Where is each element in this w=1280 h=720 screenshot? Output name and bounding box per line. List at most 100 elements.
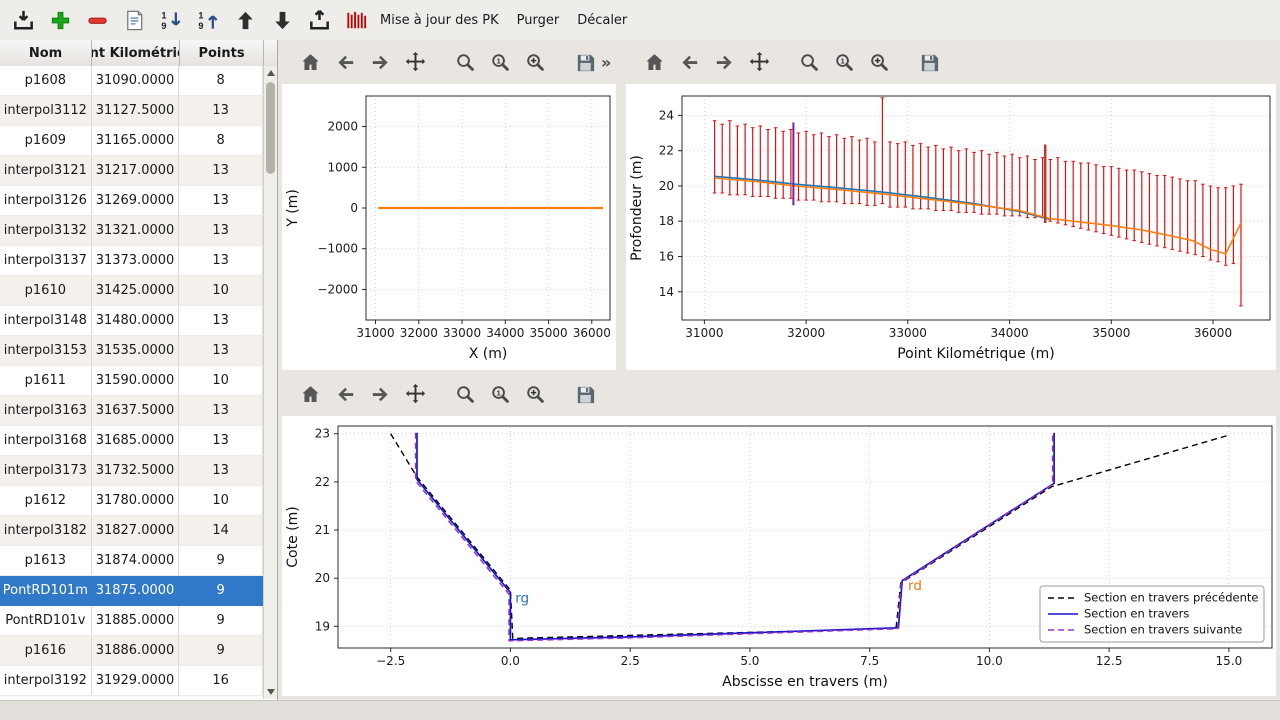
plot-back-button[interactable] — [329, 378, 361, 410]
table-row[interactable]: PontRD101v31885.00009 — [0, 606, 263, 636]
table-cell[interactable]: 10 — [179, 486, 263, 515]
plot-home-button[interactable] — [294, 46, 326, 78]
table-row[interactable]: interpol311231127.500013 — [0, 96, 263, 126]
column-header-nom[interactable]: Nom — [0, 40, 92, 66]
table-cell[interactable]: interpol3112 — [0, 96, 92, 125]
table-cell[interactable]: 31590.0000 — [92, 366, 180, 395]
table-cell[interactable]: 31090.0000 — [92, 66, 180, 95]
scrollbar-down-arrow-icon[interactable] — [267, 689, 275, 695]
add-button[interactable] — [45, 5, 75, 35]
plot-save-button[interactable] — [569, 378, 601, 410]
table-cell[interactable]: PontRD101v — [0, 606, 92, 635]
table-row[interactable]: p161131590.000010 — [0, 366, 263, 396]
table-row[interactable]: interpol319231929.000016 — [0, 666, 263, 696]
plot-home-button[interactable] — [638, 46, 670, 78]
xy-plot-canvas[interactable]: 310003200033000340003500036000−2000−1000… — [282, 84, 616, 370]
table-cell[interactable]: p1616 — [0, 636, 92, 665]
plot-forward-button[interactable] — [364, 46, 396, 78]
plot-zoom-button[interactable] — [449, 46, 481, 78]
table-row[interactable]: interpol315331535.000013 — [0, 336, 263, 366]
table-cell[interactable]: 13 — [179, 336, 263, 365]
table-cell[interactable]: 31732.5000 — [92, 456, 180, 485]
column-header-point-kilometrique[interactable]: Point Kilométrique — [92, 40, 180, 66]
table-cell[interactable]: 8 — [179, 66, 263, 95]
table-cell[interactable]: p1608 — [0, 66, 92, 95]
table-cell[interactable]: 13 — [179, 246, 263, 275]
table-cell[interactable]: 13 — [179, 216, 263, 245]
plot-forward-button[interactable] — [708, 46, 740, 78]
table-row[interactable]: interpol313231321.000013 — [0, 216, 263, 246]
export-button[interactable] — [304, 5, 334, 35]
plot-zoom-one-button[interactable]: 1 — [484, 378, 516, 410]
table-cell[interactable]: interpol3163 — [0, 396, 92, 425]
table-cell[interactable]: 13 — [179, 186, 263, 215]
table-cell[interactable]: interpol3168 — [0, 426, 92, 455]
table-row[interactable]: interpol312631269.000013 — [0, 186, 263, 216]
column-header-points[interactable]: Points — [180, 40, 264, 66]
plot-zoom-plus-button[interactable] — [519, 46, 551, 78]
table-cell[interactable]: 13 — [179, 456, 263, 485]
table-cell[interactable]: 31217.0000 — [92, 156, 180, 185]
scrollbar-up-arrow-icon[interactable] — [267, 70, 275, 76]
table-row[interactable]: interpol317331732.500013 — [0, 456, 263, 486]
table-row[interactable]: interpol316331637.500013 — [0, 396, 263, 426]
table-cell[interactable]: p1610 — [0, 276, 92, 305]
plot-pan-button[interactable] — [743, 46, 775, 78]
table-cell[interactable]: 10 — [179, 276, 263, 305]
table-cell[interactable]: 31321.0000 — [92, 216, 180, 245]
table-cell[interactable]: 9 — [179, 606, 263, 635]
toolbar-overflow-chevron[interactable]: » — [601, 53, 611, 72]
table-cell[interactable]: 31685.0000 — [92, 426, 180, 455]
table-cell[interactable]: 31127.5000 — [92, 96, 180, 125]
longitudinal-profile-canvas[interactable]: 3100032000330003400035000360001416182022… — [626, 84, 1276, 370]
plot-zoom-plus-button[interactable] — [863, 46, 895, 78]
table-cell[interactable]: 9 — [179, 636, 263, 665]
plot-zoom-one-button[interactable]: 1 — [484, 46, 516, 78]
plot-save-button[interactable] — [913, 46, 945, 78]
table-row[interactable]: interpol316831685.000013 — [0, 426, 263, 456]
table-cell[interactable]: 31886.0000 — [92, 636, 180, 665]
plot-zoom-plus-button[interactable] — [519, 378, 551, 410]
menu-mise-a-jour-des-pk[interactable]: Mise à jour des PK — [371, 9, 508, 32]
plot-back-button[interactable] — [329, 46, 361, 78]
table-cell[interactable]: 9 — [179, 576, 263, 605]
import-button[interactable] — [8, 5, 38, 35]
table-row[interactable]: PontRD101m31875.00009 — [0, 576, 263, 606]
table-cell[interactable]: p1612 — [0, 486, 92, 515]
plot-home-button[interactable] — [294, 378, 326, 410]
table-cell[interactable]: 31827.0000 — [92, 516, 180, 545]
menu-decaler[interactable]: Décaler — [568, 9, 636, 32]
table-cell[interactable]: interpol3132 — [0, 216, 92, 245]
plot-zoom-button[interactable] — [449, 378, 481, 410]
table-cell[interactable]: interpol3153 — [0, 336, 92, 365]
table-row[interactable]: interpol314831480.000013 — [0, 306, 263, 336]
table-cell[interactable]: 14 — [179, 516, 263, 545]
table-row[interactable]: interpol313731373.000013 — [0, 246, 263, 276]
plot-pan-button[interactable] — [399, 378, 431, 410]
table-row[interactable]: interpol312131217.000013 — [0, 156, 263, 186]
table-cell[interactable]: 31480.0000 — [92, 306, 180, 335]
table-cell[interactable]: 31535.0000 — [92, 336, 180, 365]
scrollbar-thumb[interactable] — [266, 82, 275, 174]
table-cell[interactable]: 31637.5000 — [92, 396, 180, 425]
table-row[interactable]: p161631886.00009 — [0, 636, 263, 666]
cross-section-canvas[interactable]: −2.50.02.55.07.510.012.515.01920212223Ab… — [282, 416, 1276, 696]
table-scrollbar[interactable] — [263, 66, 277, 699]
table-cell[interactable]: 31780.0000 — [92, 486, 180, 515]
table-cell[interactable]: p1609 — [0, 126, 92, 155]
table-cell[interactable]: interpol3173 — [0, 456, 92, 485]
table-row[interactable]: p160831090.00008 — [0, 66, 263, 96]
table-cell[interactable]: 31425.0000 — [92, 276, 180, 305]
table-row[interactable]: p161231780.000010 — [0, 486, 263, 516]
plot-back-button[interactable] — [673, 46, 705, 78]
table-cell[interactable]: p1611 — [0, 366, 92, 395]
move-up-button[interactable] — [230, 5, 260, 35]
plot-forward-button[interactable] — [364, 378, 396, 410]
sort-up-button[interactable]: 19 — [193, 5, 223, 35]
plot-zoom-button[interactable] — [793, 46, 825, 78]
table-cell[interactable]: 31269.0000 — [92, 186, 180, 215]
table-cell[interactable]: p1613 — [0, 546, 92, 575]
table-cell[interactable]: 31373.0000 — [92, 246, 180, 275]
menu-purger[interactable]: Purger — [508, 9, 569, 32]
plot-save-button[interactable] — [569, 46, 601, 78]
